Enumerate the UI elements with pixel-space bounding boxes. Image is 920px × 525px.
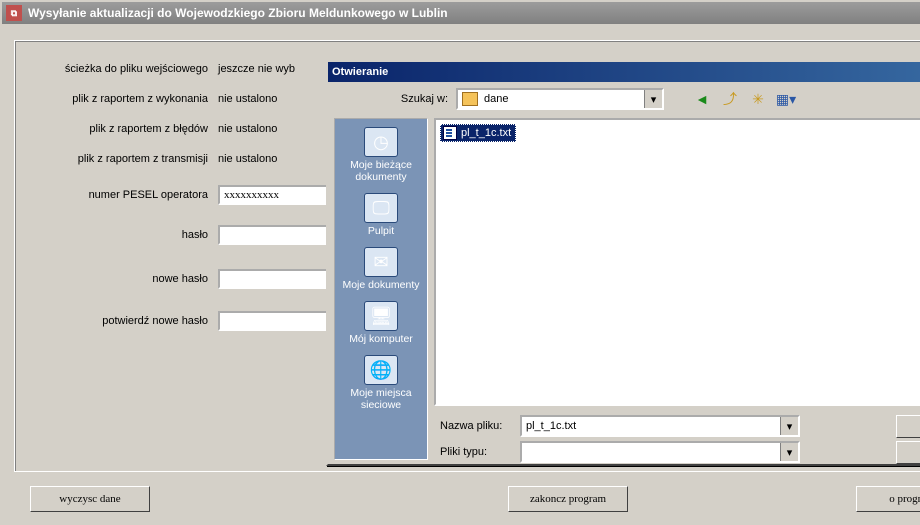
label-confirm-password: potwierdź nowe hasło <box>18 315 218 327</box>
file-item-name: pl_t_1c.txt <box>461 127 511 139</box>
dialog-titlebar: Otwieranie ? × <box>328 62 920 82</box>
lookin-row: Szukaj w: dane ▾ ◄ ⤴ ✳ ▦▾ <box>328 82 920 116</box>
filename-row: Nazwa pliku: pl_t_1c.txt ▾ Otwórz <box>440 414 920 438</box>
label-input-path: ścieżka do pliku wejściowego <box>18 63 218 75</box>
file-list[interactable]: pl_t_1c.txt <box>434 118 920 406</box>
mydocs-icon: ✉ <box>364 247 398 277</box>
filename-value: pl_t_1c.txt <box>526 420 576 432</box>
place-mycomputer[interactable]: 🖥 Mój komputer <box>341 299 421 347</box>
filename-combo[interactable]: pl_t_1c.txt ▾ <box>520 415 800 437</box>
row-error-report: plik z raportem z błędów nie ustalono <box>18 118 358 140</box>
place-mydocs-label: Moje dokumenty <box>342 279 419 291</box>
up-folder-icon[interactable]: ⤴ <box>720 89 740 109</box>
window-title: Wysyłanie aktualizacji do Wojewodzkiego … <box>28 6 448 20</box>
folder-icon <box>462 92 478 106</box>
network-icon: 🌐 <box>364 355 398 385</box>
place-desktop-label: Pulpit <box>368 225 394 237</box>
place-network[interactable]: 🌐 Moje miejsca sieciowe <box>341 353 421 413</box>
filetype-label: Pliki typu: <box>440 446 520 458</box>
about-button[interactable]: o programie <box>856 486 920 512</box>
lookin-combo[interactable]: dane ▾ <box>456 88 664 110</box>
filetype-dropdown-button[interactable]: ▾ <box>780 443 798 461</box>
lookin-dropdown-button[interactable]: ▾ <box>644 90 662 108</box>
lookin-value: dane <box>484 93 508 105</box>
app-icon: ⧉ <box>6 5 22 21</box>
label-trans-report: plik z raportem z transmisji <box>18 153 218 165</box>
dialog-title: Otwieranie <box>332 66 388 78</box>
filename-dropdown-button[interactable]: ▾ <box>780 417 798 435</box>
open-dialog: Otwieranie ? × Szukaj w: dane ▾ ◄ ⤴ ✳ ▦▾… <box>326 60 920 466</box>
label-new-password: nowe hasło <box>18 273 218 285</box>
place-network-label: Moje miejsca sieciowe <box>341 387 421 411</box>
row-password: hasło <box>18 224 348 246</box>
label-password: hasło <box>18 229 218 241</box>
place-desktop[interactable]: 🖵 Pulpit <box>341 191 421 239</box>
back-icon[interactable]: ◄ <box>692 89 712 109</box>
row-new-password: nowe hasło <box>18 268 348 290</box>
place-recent[interactable]: ◷ Moje bieżące dokumenty <box>341 125 421 185</box>
lookin-label: Szukaj w: <box>388 93 448 105</box>
place-recent-label: Moje bieżące dokumenty <box>341 159 421 183</box>
filetype-row: Pliki typu: ▾ Anuluj <box>440 440 920 464</box>
new-folder-icon[interactable]: ✳ <box>748 89 768 109</box>
filename-label: Nazwa pliku: <box>440 420 520 432</box>
row-exec-report: plik z raportem z wykonania nie ustalono <box>18 88 358 110</box>
filetype-combo[interactable]: ▾ <box>520 441 800 463</box>
row-confirm-password: potwierdź nowe hasło <box>18 310 348 332</box>
label-error-report: plik z raportem z błędów <box>18 123 218 135</box>
mycomputer-icon: 🖥 <box>364 301 398 331</box>
row-trans-report: plik z raportem z transmisji nie ustalon… <box>18 148 358 170</box>
places-bar: ◷ Moje bieżące dokumenty 🖵 Pulpit ✉ Moje… <box>334 118 428 460</box>
cancel-button[interactable]: Anuluj <box>896 441 920 464</box>
titlebar: ⧉ Wysyłanie aktualizacji do Wojewodzkieg… <box>2 2 920 24</box>
recent-docs-icon: ◷ <box>364 127 398 157</box>
place-mycomputer-label: Mój komputer <box>349 333 413 345</box>
text-file-icon <box>443 126 457 140</box>
open-button[interactable]: Otwórz <box>896 415 920 438</box>
nav-icons: ◄ ⤴ ✳ ▦▾ <box>692 89 796 109</box>
views-icon[interactable]: ▦▾ <box>776 89 796 109</box>
row-pesel: numer PESEL operatora <box>18 184 348 206</box>
desktop-icon: 🖵 <box>364 193 398 223</box>
label-exec-report: plik z raportem z wykonania <box>18 93 218 105</box>
finish-button[interactable]: zakoncz program <box>508 486 628 512</box>
label-pesel: numer PESEL operatora <box>18 189 218 201</box>
row-input-path: ścieżka do pliku wejściowego jeszcze nie… <box>18 58 358 80</box>
place-mydocs[interactable]: ✉ Moje dokumenty <box>341 245 421 293</box>
file-item-selected[interactable]: pl_t_1c.txt <box>440 124 516 142</box>
clear-button[interactable]: wyczysc dane <box>30 486 150 512</box>
